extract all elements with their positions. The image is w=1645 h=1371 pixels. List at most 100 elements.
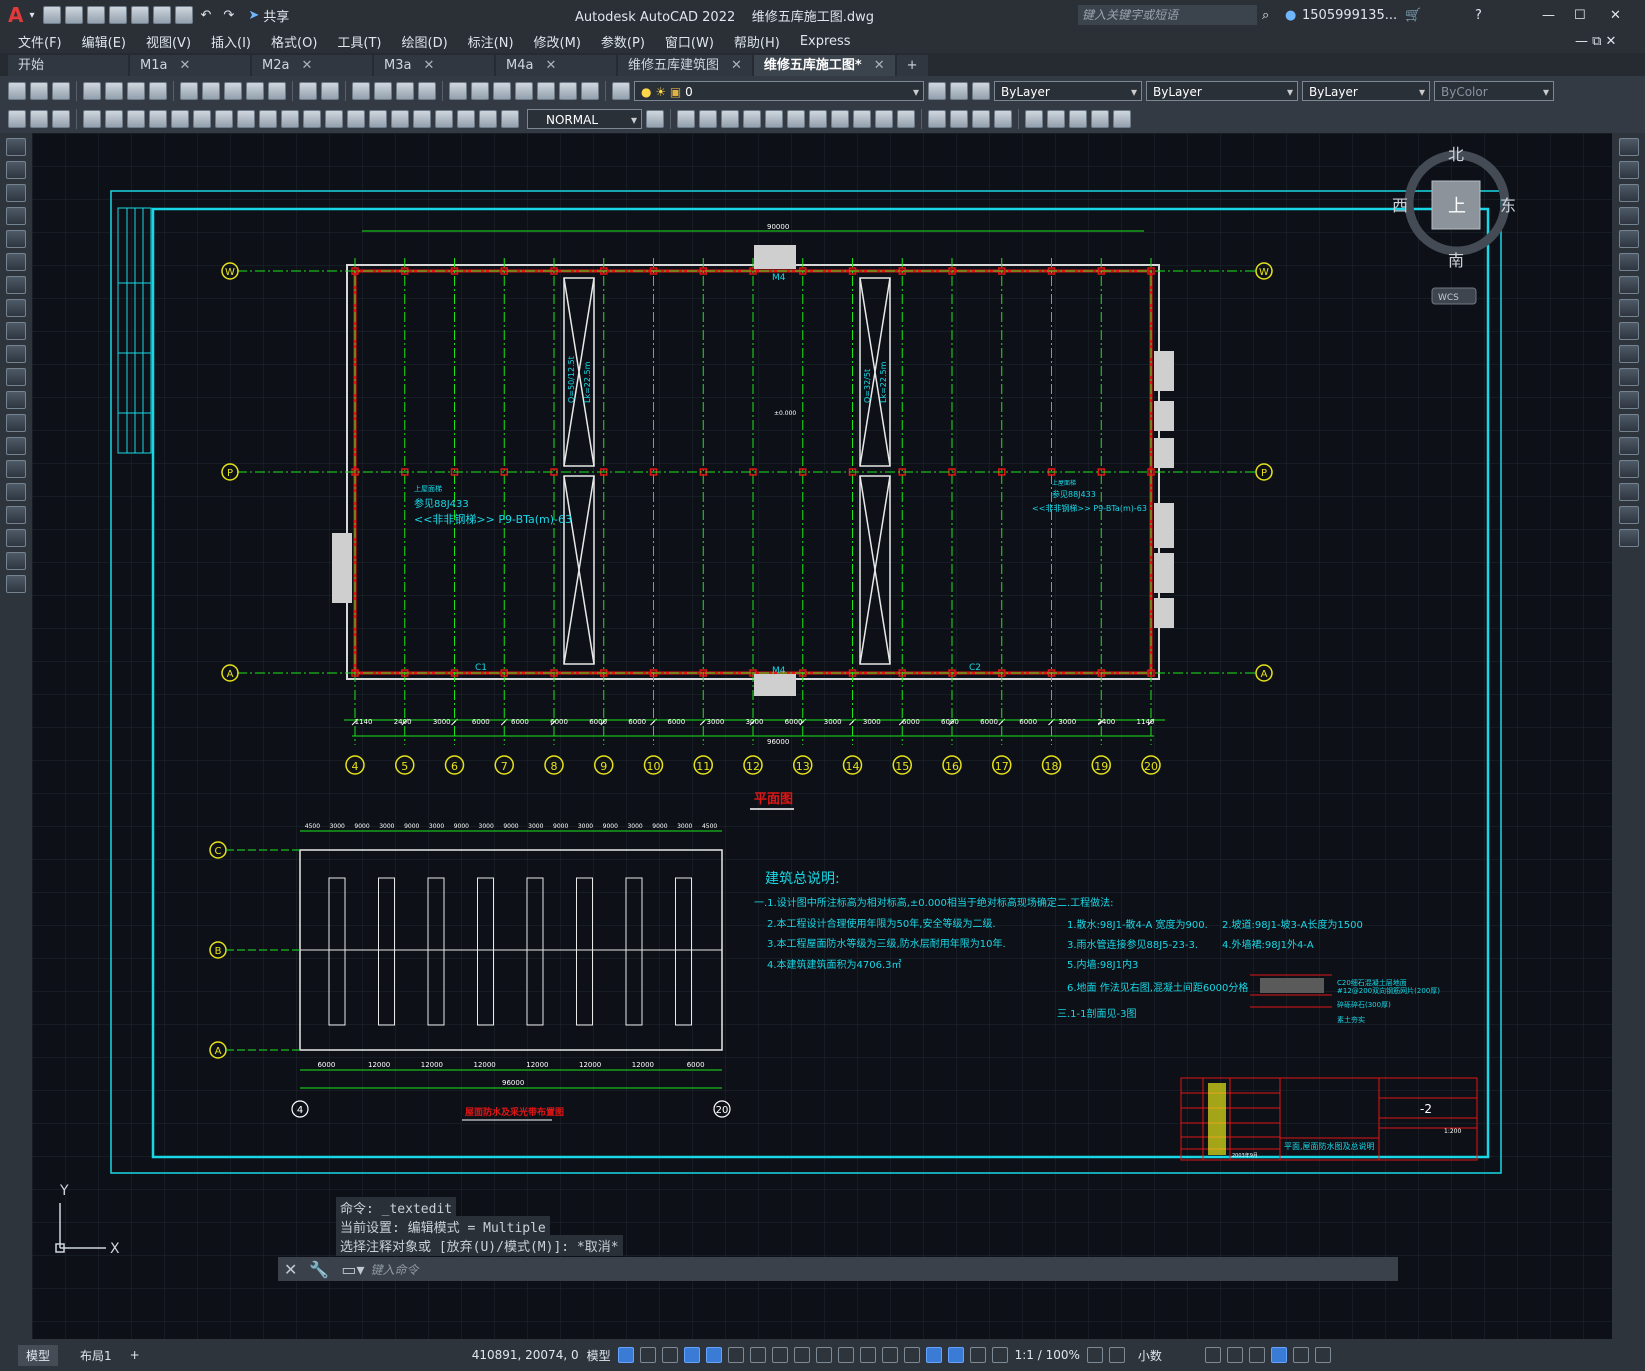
layer-dropdown[interactable]: ● ☀ ▣ 0 xyxy=(634,80,924,102)
close-icon[interactable]: ✕ xyxy=(545,58,556,73)
gizmo-icon[interactable] xyxy=(925,1347,942,1363)
pan-icon[interactable] xyxy=(352,81,370,100)
tab-start[interactable]: 开始 xyxy=(8,55,128,76)
cut-icon[interactable] xyxy=(180,81,198,100)
menu-dimension[interactable]: 标注(N) xyxy=(458,32,524,51)
join-icon[interactable] xyxy=(1618,437,1639,455)
dim-style-icon[interactable] xyxy=(646,110,664,128)
command-input[interactable]: 键入命令 xyxy=(370,1261,418,1278)
insert-icon[interactable] xyxy=(30,110,48,128)
angular-icon[interactable] xyxy=(237,110,255,128)
selection-cycling-icon[interactable] xyxy=(837,1347,854,1363)
viewcube-north[interactable]: 北 xyxy=(1448,145,1464,164)
menu-window[interactable]: 窗口(W) xyxy=(655,32,724,51)
dynamic-ucs-icon[interactable] xyxy=(881,1347,898,1363)
tab-m3a[interactable]: M3a ✕ xyxy=(374,55,494,76)
continue-icon[interactable] xyxy=(303,110,321,128)
ellipse-arc-icon[interactable] xyxy=(6,368,26,386)
close-icon[interactable]: ✕ xyxy=(874,58,885,73)
break-icon[interactable] xyxy=(1618,414,1639,432)
layer-previous-icon[interactable] xyxy=(950,81,968,100)
user-name[interactable]: 1505999135... xyxy=(1302,8,1397,23)
box-icon[interactable] xyxy=(677,110,695,128)
mtext-icon[interactable] xyxy=(6,552,26,570)
close-icon[interactable]: ✕ xyxy=(423,58,434,73)
insert-block-icon[interactable] xyxy=(6,391,26,409)
erase-icon[interactable] xyxy=(1618,138,1639,156)
help-icon[interactable] xyxy=(581,81,599,100)
search-icon[interactable]: ⌕ xyxy=(1262,8,1269,23)
dim-edit-icon[interactable] xyxy=(457,110,475,128)
close-icon[interactable]: ✕ xyxy=(179,58,190,73)
maximize-button[interactable]: ☐ xyxy=(1574,8,1586,23)
color-dropdown[interactable]: ByLayer xyxy=(994,80,1142,102)
menu-express[interactable]: Express xyxy=(790,34,861,49)
undo-icon[interactable] xyxy=(299,81,317,100)
open-file-icon[interactable] xyxy=(64,6,83,24)
object-snap-tracking-icon[interactable] xyxy=(749,1347,766,1363)
share-button[interactable]: 共享 xyxy=(263,6,289,25)
menu-modify[interactable]: 修改(M) xyxy=(524,32,591,51)
sphere-icon[interactable] xyxy=(699,110,717,128)
ellipse-icon[interactable] xyxy=(6,345,26,363)
offset-icon[interactable] xyxy=(1618,207,1639,225)
web-icon[interactable] xyxy=(130,6,149,24)
cart-icon[interactable]: 🛒 xyxy=(1405,8,1421,23)
viewcube-west[interactable]: 西 xyxy=(1392,196,1408,215)
polygon-icon[interactable] xyxy=(6,207,26,225)
wedge-icon[interactable] xyxy=(765,110,783,128)
transparency-icon[interactable] xyxy=(815,1347,832,1363)
radius-icon[interactable] xyxy=(171,110,189,128)
publish-icon[interactable] xyxy=(127,81,145,100)
plotstyle-dropdown[interactable]: ByColor xyxy=(1434,80,1554,102)
restore-doc-button[interactable]: — ⧉ ✕ xyxy=(1575,34,1616,49)
3d-array-icon[interactable] xyxy=(1091,110,1109,128)
attribute-icon[interactable] xyxy=(52,110,70,128)
selection-filter-icon[interactable] xyxy=(903,1347,920,1363)
open-icon[interactable] xyxy=(30,81,48,100)
workspace-gear-icon[interactable] xyxy=(1086,1347,1103,1363)
ordinate-icon[interactable] xyxy=(149,110,167,128)
cylinder-icon[interactable] xyxy=(721,110,739,128)
object-snap-icon[interactable] xyxy=(771,1347,788,1363)
fillet-icon[interactable] xyxy=(1618,483,1639,501)
add-layout-button[interactable]: + xyxy=(130,1348,140,1362)
circle-icon[interactable] xyxy=(6,276,26,294)
3d-print-icon[interactable] xyxy=(149,81,167,100)
wcs-menu[interactable]: WCS xyxy=(1438,293,1459,303)
3d-align-icon[interactable] xyxy=(1069,110,1087,128)
pyramid-icon[interactable] xyxy=(809,110,827,128)
array-icon[interactable] xyxy=(1618,230,1639,248)
polar-icon[interactable] xyxy=(705,1347,722,1363)
copy-object-icon[interactable] xyxy=(1618,161,1639,179)
zoom-realtime-icon[interactable] xyxy=(374,81,392,100)
menu-parametric[interactable]: 参数(P) xyxy=(591,32,655,51)
calculator-icon[interactable] xyxy=(559,81,577,100)
lineweight-dropdown[interactable]: ByLayer xyxy=(1302,80,1430,102)
baseline-icon[interactable] xyxy=(281,110,299,128)
close-icon[interactable]: ✕ xyxy=(301,58,312,73)
save-as-icon[interactable] xyxy=(108,6,127,24)
redo-icon[interactable] xyxy=(321,81,339,100)
add-tab-button[interactable]: + xyxy=(896,55,928,76)
grid-icon[interactable] xyxy=(617,1347,634,1363)
layer-state-icon[interactable] xyxy=(972,81,990,100)
dim-update-icon[interactable] xyxy=(501,110,519,128)
spline-icon[interactable] xyxy=(6,322,26,340)
customization-menu-icon[interactable] xyxy=(1314,1347,1331,1363)
tool-palettes-icon[interactable] xyxy=(493,81,511,100)
sheet-set-icon[interactable] xyxy=(515,81,533,100)
markup-icon[interactable] xyxy=(537,81,555,100)
model-space-button[interactable]: 模型 xyxy=(587,1347,611,1364)
trim-icon[interactable] xyxy=(1618,345,1639,363)
tab-m4a[interactable]: M4a ✕ xyxy=(496,55,616,76)
tab-building-drawing[interactable]: 维修五库建筑图 ✕ xyxy=(618,55,752,76)
lineweight-icon[interactable] xyxy=(793,1347,810,1363)
block-editor-icon[interactable] xyxy=(268,81,286,100)
command-prompt-icon[interactable]: ▭▾ xyxy=(341,1260,364,1279)
torus-icon[interactable] xyxy=(787,110,805,128)
dimstyle-dropdown[interactable]: NORMAL xyxy=(527,109,642,130)
add-selected-icon[interactable] xyxy=(6,575,26,593)
layout1-tab[interactable]: 布局1 xyxy=(80,1347,112,1364)
3d-osnap-icon[interactable] xyxy=(859,1347,876,1363)
